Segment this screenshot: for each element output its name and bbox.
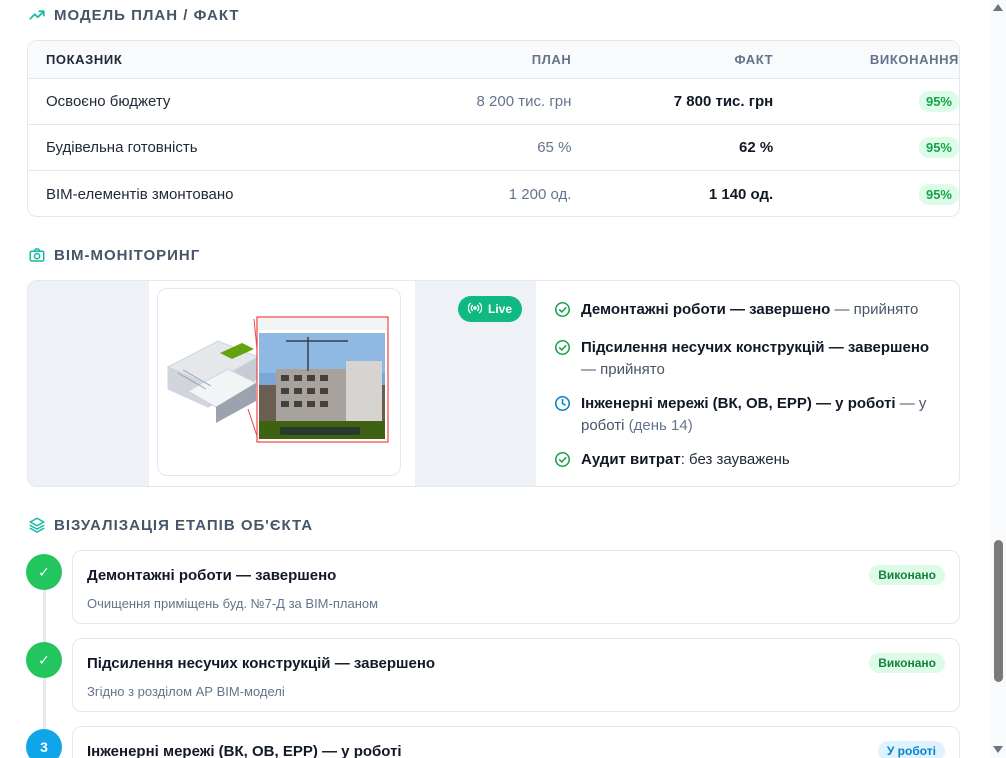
bim-model-image[interactable] <box>157 288 401 476</box>
item-status: — прийнято <box>581 361 665 378</box>
item-title: Аудит витрат <box>581 451 681 468</box>
scroll-up-icon[interactable] <box>993 4 1003 11</box>
plan-fact-title: МОДЕЛЬ ПЛАН / ФАКТ <box>54 6 240 24</box>
stage-marker-active: 3 <box>26 729 62 758</box>
plan-fact-table: ПОКАЗНИК ПЛАН ФАКТ ВИКОНАННЯ Освоєно бюд… <box>27 40 960 217</box>
status-badge: Виконано <box>869 565 945 585</box>
layers-icon <box>28 516 46 534</box>
site-photo-window <box>256 316 389 443</box>
row-name: Будівельна готовність <box>45 139 198 156</box>
item-title: Демонтажні роботи — завершено <box>581 301 831 318</box>
stage-subtitle: Очищення приміщень буд. №7-Д за BIM-план… <box>87 596 379 611</box>
stage-title: Демонтажні роботи — завершено <box>87 567 337 584</box>
list-item: Аудит витрат: без зауважень <box>554 449 934 475</box>
check-circle-icon <box>554 299 572 325</box>
table-row: BIM-елементів змонтовано 1 200 од. 1 140… <box>28 171 959 216</box>
list-item: Підсилення несучих конструкцій — заверше… <box>554 337 934 381</box>
scroll-down-icon[interactable] <box>993 746 1003 753</box>
row-plan: 65 % <box>537 139 572 156</box>
status-badge: У роботі <box>877 741 945 758</box>
col-header-execution: ВИКОНАННЯ <box>869 52 959 67</box>
item-status: : без зауважень <box>680 451 790 468</box>
stage-card[interactable]: Підсилення несучих конструкцій — заверше… <box>72 638 960 712</box>
bim-monitoring-card: Live Демонтажні роботи — завершено — при… <box>27 280 960 487</box>
table-header: ПОКАЗНИК ПЛАН ФАКТ ВИКОНАННЯ <box>28 41 959 79</box>
live-badge[interactable]: Live <box>458 296 523 322</box>
broadcast-icon <box>467 302 483 317</box>
bim-monitoring-title: BIM-МОНІТОРИНГ <box>54 246 201 264</box>
execution-badge: 95% <box>918 91 959 112</box>
trending-up-icon <box>28 6 46 24</box>
stage-title: Підсилення несучих конструкцій — заверше… <box>87 655 436 672</box>
col-header-fact: ФАКТ <box>734 52 774 67</box>
stages-title: ВІЗУАЛІЗАЦІЯ ЕТАПІВ ОБ'ЄКТА <box>54 516 314 534</box>
stage-card[interactable]: Демонтажні роботи — завершено Очищення п… <box>72 550 960 624</box>
row-fact: 7 800 тис. грн <box>673 93 774 110</box>
stage-marker-done: ✓ <box>26 554 62 590</box>
col-header-indicator: ПОКАЗНИК <box>45 52 123 67</box>
status-badge: Виконано <box>869 653 945 673</box>
execution-badge: 95% <box>918 183 959 205</box>
scrollbar[interactable] <box>991 0 1006 758</box>
row-fact: 1 140 од. <box>708 185 774 203</box>
live-label: Live <box>488 302 513 316</box>
item-title: Підсилення несучих конструкцій — заверше… <box>581 339 930 356</box>
table-row: Освоєно бюджету 8 200 тис. грн 7 800 тис… <box>28 79 959 125</box>
item-title: Інженерні мережі (ВК, ОВ, ЕРР) — у робот… <box>581 395 896 412</box>
stage-subtitle: Згідно з розділом АР BIM-моделі <box>87 684 285 699</box>
row-name: Освоєно бюджету <box>45 93 171 110</box>
row-name: BIM-елементів змонтовано <box>45 185 234 203</box>
scrollbar-thumb[interactable] <box>994 540 1003 682</box>
row-plan: 1 200 од. <box>508 185 572 203</box>
stage-title: Інженерні мережі (ВК, ОВ, ЕРР) — у робот… <box>87 743 402 758</box>
clock-icon <box>554 393 572 437</box>
check-circle-icon <box>554 449 572 475</box>
camera-icon <box>28 246 46 264</box>
stages-heading: ВІЗУАЛІЗАЦІЯ ЕТАПІВ ОБ'ЄКТА <box>28 516 313 534</box>
item-day: (день 14) <box>624 417 693 434</box>
row-fact: 62 % <box>739 139 774 156</box>
row-plan: 8 200 тис. грн <box>476 93 572 110</box>
bim-status-list: Демонтажні роботи — завершено — прийнято… <box>554 299 934 486</box>
check-circle-icon <box>554 337 572 381</box>
stage-card[interactable]: Інженерні мережі (ВК, ОВ, ЕРР) — у робот… <box>72 726 960 758</box>
plan-fact-heading: МОДЕЛЬ ПЛАН / ФАКТ <box>28 6 240 24</box>
col-header-plan: ПЛАН <box>531 52 572 67</box>
building-model-illustration <box>166 340 260 423</box>
execution-badge: 95% <box>918 137 959 158</box>
item-status: — прийнято <box>830 301 919 318</box>
list-item: Інженерні мережі (ВК, ОВ, ЕРР) — у робот… <box>554 393 934 437</box>
bim-monitoring-heading: BIM-МОНІТОРИНГ <box>28 246 200 264</box>
stage-marker-done: ✓ <box>26 642 62 678</box>
table-row: Будівельна готовність 65 % 62 % 95% <box>28 125 959 171</box>
list-item: Демонтажні роботи — завершено — прийнято <box>554 299 934 325</box>
